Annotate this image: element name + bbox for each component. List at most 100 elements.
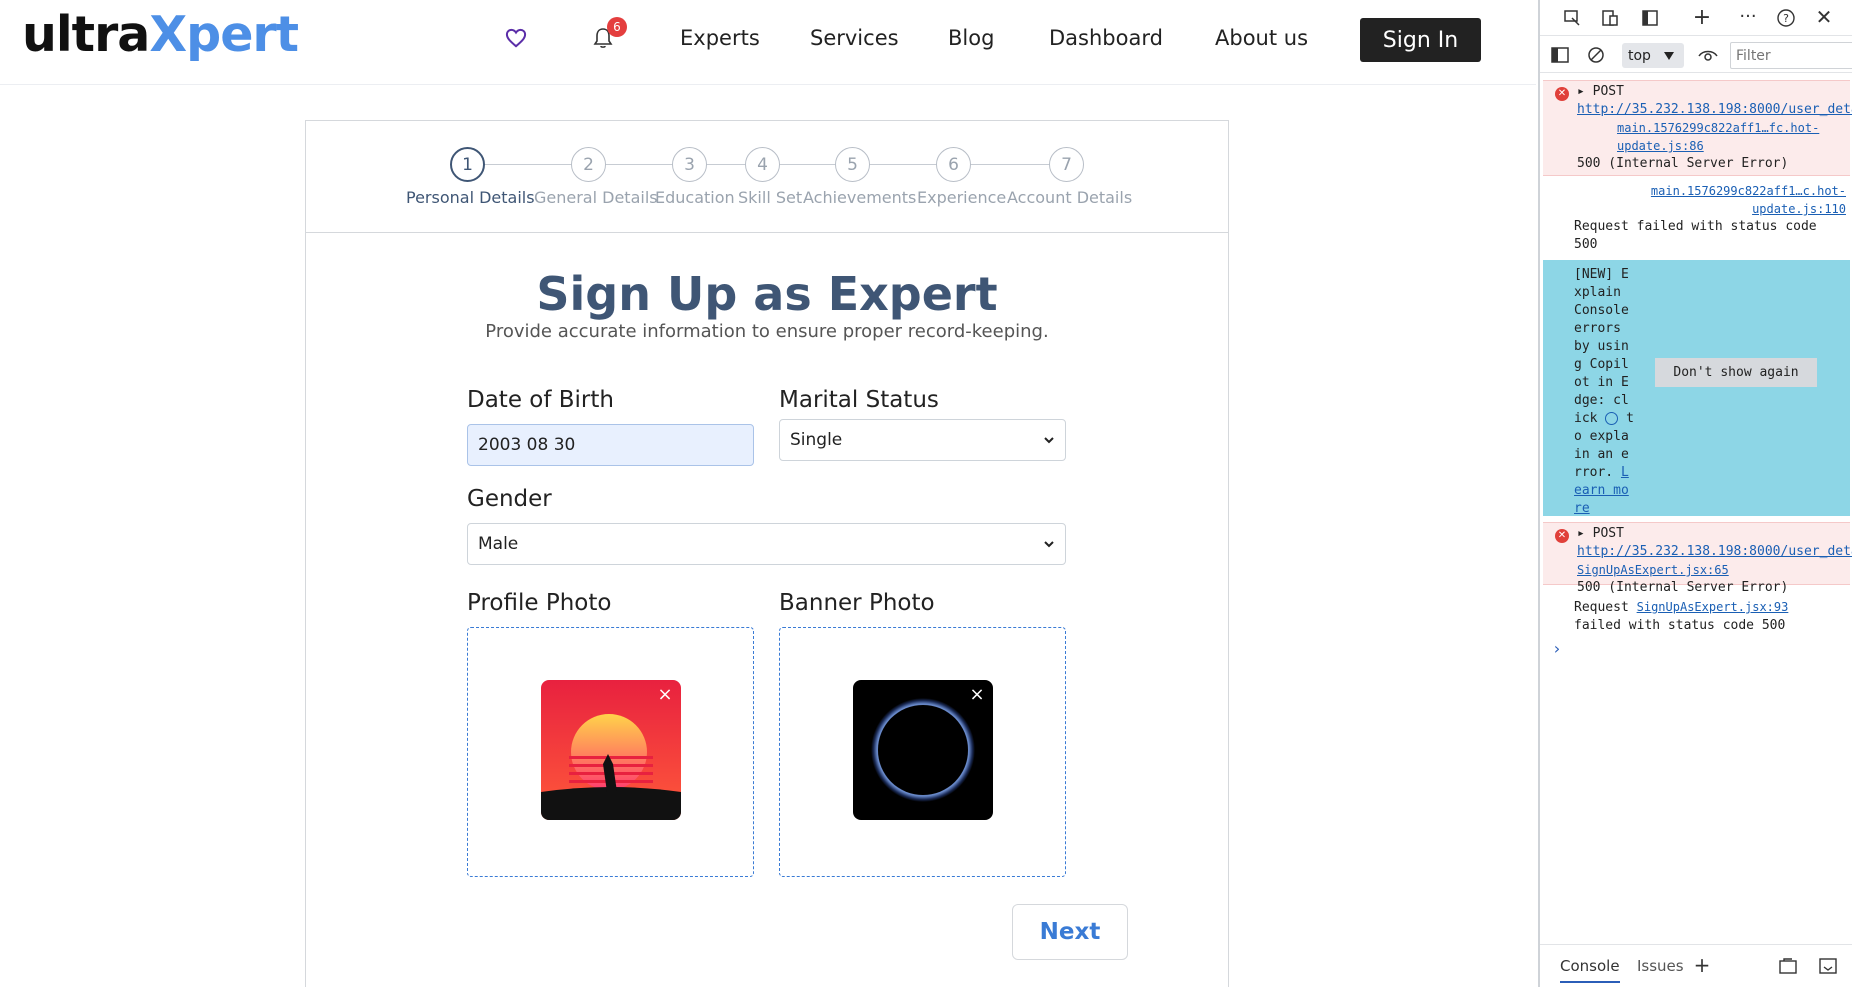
console-messages: ✕ ▸ POST http://35.232.138.198:8000/user… <box>1540 78 1852 938</box>
marital-status-select[interactable]: Single <box>779 419 1066 461</box>
step-5-circle[interactable]: 5 <box>835 147 870 182</box>
dropdown-triangle-icon <box>1663 51 1674 60</box>
inspect-icon[interactable] <box>1560 6 1584 30</box>
step-4-label: Skill Set <box>738 188 803 207</box>
step-7-circle[interactable]: 7 <box>1049 147 1084 182</box>
console-prompt-chevron-icon[interactable]: › <box>1552 640 1562 658</box>
heart-icon[interactable] <box>502 24 530 52</box>
step-3-circle[interactable]: 3 <box>672 147 707 182</box>
logo-text-ultra: ultra <box>22 6 150 63</box>
error-1-url[interactable]: http://35.232.138.198:8000/user_details/ <box>1577 102 1852 117</box>
marital-status-label: Marital Status <box>779 387 939 413</box>
help-icon[interactable]: ? <box>1774 6 1798 30</box>
next-button[interactable]: Next <box>1012 904 1128 960</box>
logo-text-xpert: Xpert <box>149 6 299 63</box>
top-navbar: ultraXpert 6 Experts Services Blog Dashb… <box>0 0 1536 85</box>
nav-link-services[interactable]: Services <box>810 26 899 50</box>
expand-triangle-icon[interactable]: ▸ <box>1577 84 1585 99</box>
devtools-drawer-tabs: Console Issues + <box>1540 944 1852 987</box>
gender-select[interactable]: Male <box>467 523 1066 565</box>
dock-icon[interactable] <box>1638 6 1662 30</box>
sign-in-button[interactable]: Sign In <box>1360 18 1481 62</box>
console-error-1[interactable]: ✕ ▸ POST http://35.232.138.198:8000/user… <box>1543 80 1852 176</box>
web-page: ultraXpert 6 Experts Services Blog Dashb… <box>0 0 1536 987</box>
close-devtools-icon[interactable]: ✕ <box>1812 5 1836 29</box>
remove-banner-photo-close-icon[interactable]: × <box>967 684 987 705</box>
chevron-down-icon <box>1044 437 1054 444</box>
marital-status-value: Single <box>790 430 843 450</box>
step-6-label: Experience <box>917 188 1007 207</box>
nav-link-blog[interactable]: Blog <box>948 26 994 50</box>
error-1-source-link[interactable]: main.1576299c822aff1…fc.hot-update.js:86 <box>1617 121 1819 153</box>
step-4-circle[interactable]: 4 <box>745 147 780 182</box>
error-1-status: 500 (Internal Server Error) <box>1577 156 1789 171</box>
log-1-source-link[interactable]: main.1576299c822aff1…c.hot-update.js:110 <box>1651 184 1846 216</box>
notification-badge: 6 <box>607 17 627 37</box>
sidebar-toggle-icon[interactable] <box>1548 43 1572 67</box>
minimize-drawer-icon[interactable] <box>1816 954 1840 978</box>
banner-photo-thumbnail: × <box>853 680 993 820</box>
step-6-circle[interactable]: 6 <box>936 147 971 182</box>
tab-issues[interactable]: Issues <box>1637 957 1684 975</box>
copilot-banner-text: [NEW] Explain Console errors by using Co… <box>1574 267 1629 426</box>
step-2-label: General Details <box>534 188 658 207</box>
plus-icon[interactable]: + <box>1690 953 1714 977</box>
eye-icon[interactable] <box>1696 44 1720 68</box>
dob-label: Date of Birth <box>467 387 614 413</box>
chevron-down-icon <box>1044 541 1054 548</box>
page-title: Sign Up as Expert <box>536 267 998 321</box>
log-2-prefix: Request <box>1574 600 1629 615</box>
error-2-url[interactable]: http://35.232.138.198:8000/user_details/ <box>1577 544 1852 559</box>
step-7-label: Account Details <box>1007 188 1133 207</box>
context-value: top <box>1628 47 1651 64</box>
progress-stepper: 1 2 3 4 5 6 7 Personal Details General D… <box>306 121 1228 233</box>
console-log-2: Request SignUpAsExpert.jsx:93 failed wit… <box>1574 598 1846 635</box>
page-subtitle: Provide accurate information to ensure p… <box>485 321 1049 342</box>
nav-link-about[interactable]: About us <box>1215 26 1308 50</box>
console-log-1: main.1576299c822aff1…c.hot-update.js:110… <box>1574 182 1846 254</box>
step-5-label: Achievements <box>803 188 917 207</box>
device-icon[interactable] <box>1598 6 1622 30</box>
expand-triangle-icon[interactable]: ▸ <box>1577 526 1585 541</box>
more-icon[interactable]: ··· <box>1736 4 1760 28</box>
error-2-method: POST <box>1592 526 1624 541</box>
devtools-panel: + ··· ? ✕ top ✕ ▸ POST http://35.232.138… <box>1538 0 1852 987</box>
error-icon: ✕ <box>1555 87 1569 101</box>
step-1-label: Personal Details <box>406 188 535 207</box>
clear-console-icon[interactable] <box>1584 43 1608 67</box>
devtools-main-toolbar: + ··· ? ✕ <box>1540 0 1852 36</box>
gender-label: Gender <box>467 486 552 512</box>
remove-profile-photo-close-icon[interactable]: × <box>655 684 675 705</box>
copilot-icon <box>1605 412 1619 425</box>
console-error-2[interactable]: ✕ ▸ POST http://35.232.138.198:8000/user… <box>1543 522 1852 595</box>
error-2-source-link[interactable]: SignUpAsExpert.jsx:65 <box>1577 563 1729 577</box>
signup-card: 1 2 3 4 5 6 7 Personal Details General D… <box>305 120 1229 987</box>
profile-photo-label: Profile Photo <box>467 590 612 616</box>
error-2-status: 500 (Internal Server Error) <box>1577 580 1789 595</box>
nav-link-dashboard[interactable]: Dashboard <box>1049 26 1163 50</box>
dont-show-again-button[interactable]: Don't show again <box>1655 358 1817 387</box>
nav-link-experts[interactable]: Experts <box>680 26 760 50</box>
step-2-circle[interactable]: 2 <box>571 147 606 182</box>
svg-text:?: ? <box>1783 12 1789 25</box>
step-1-circle[interactable]: 1 <box>450 147 485 182</box>
error-1-method: POST <box>1592 84 1624 99</box>
banner-photo-dropzone[interactable]: × <box>779 627 1066 877</box>
tab-console[interactable]: Console <box>1560 957 1620 983</box>
logo[interactable]: ultraXpert <box>22 10 299 59</box>
profile-photo-dropzone[interactable]: × <box>467 627 754 877</box>
dock-drawer-icon[interactable] <box>1776 954 1800 978</box>
plus-icon[interactable]: + <box>1690 5 1714 30</box>
copilot-banner: [NEW] Explain Console errors by using Co… <box>1543 260 1850 516</box>
console-filter-input[interactable] <box>1730 42 1852 69</box>
dob-input[interactable]: 2003 08 30 <box>467 424 754 466</box>
gender-value: Male <box>478 534 519 554</box>
log-2-source-link[interactable]: SignUpAsExpert.jsx:93 <box>1637 600 1789 614</box>
banner-photo-label: Banner Photo <box>779 590 935 616</box>
log-2-text: failed with status code 500 <box>1574 618 1786 633</box>
context-selector[interactable]: top <box>1622 43 1684 68</box>
error-icon: ✕ <box>1555 529 1569 543</box>
profile-photo-thumbnail: × <box>541 680 681 820</box>
log-1-text: Request failed with status code 500 <box>1574 219 1817 252</box>
step-3-label: Education <box>655 188 735 207</box>
